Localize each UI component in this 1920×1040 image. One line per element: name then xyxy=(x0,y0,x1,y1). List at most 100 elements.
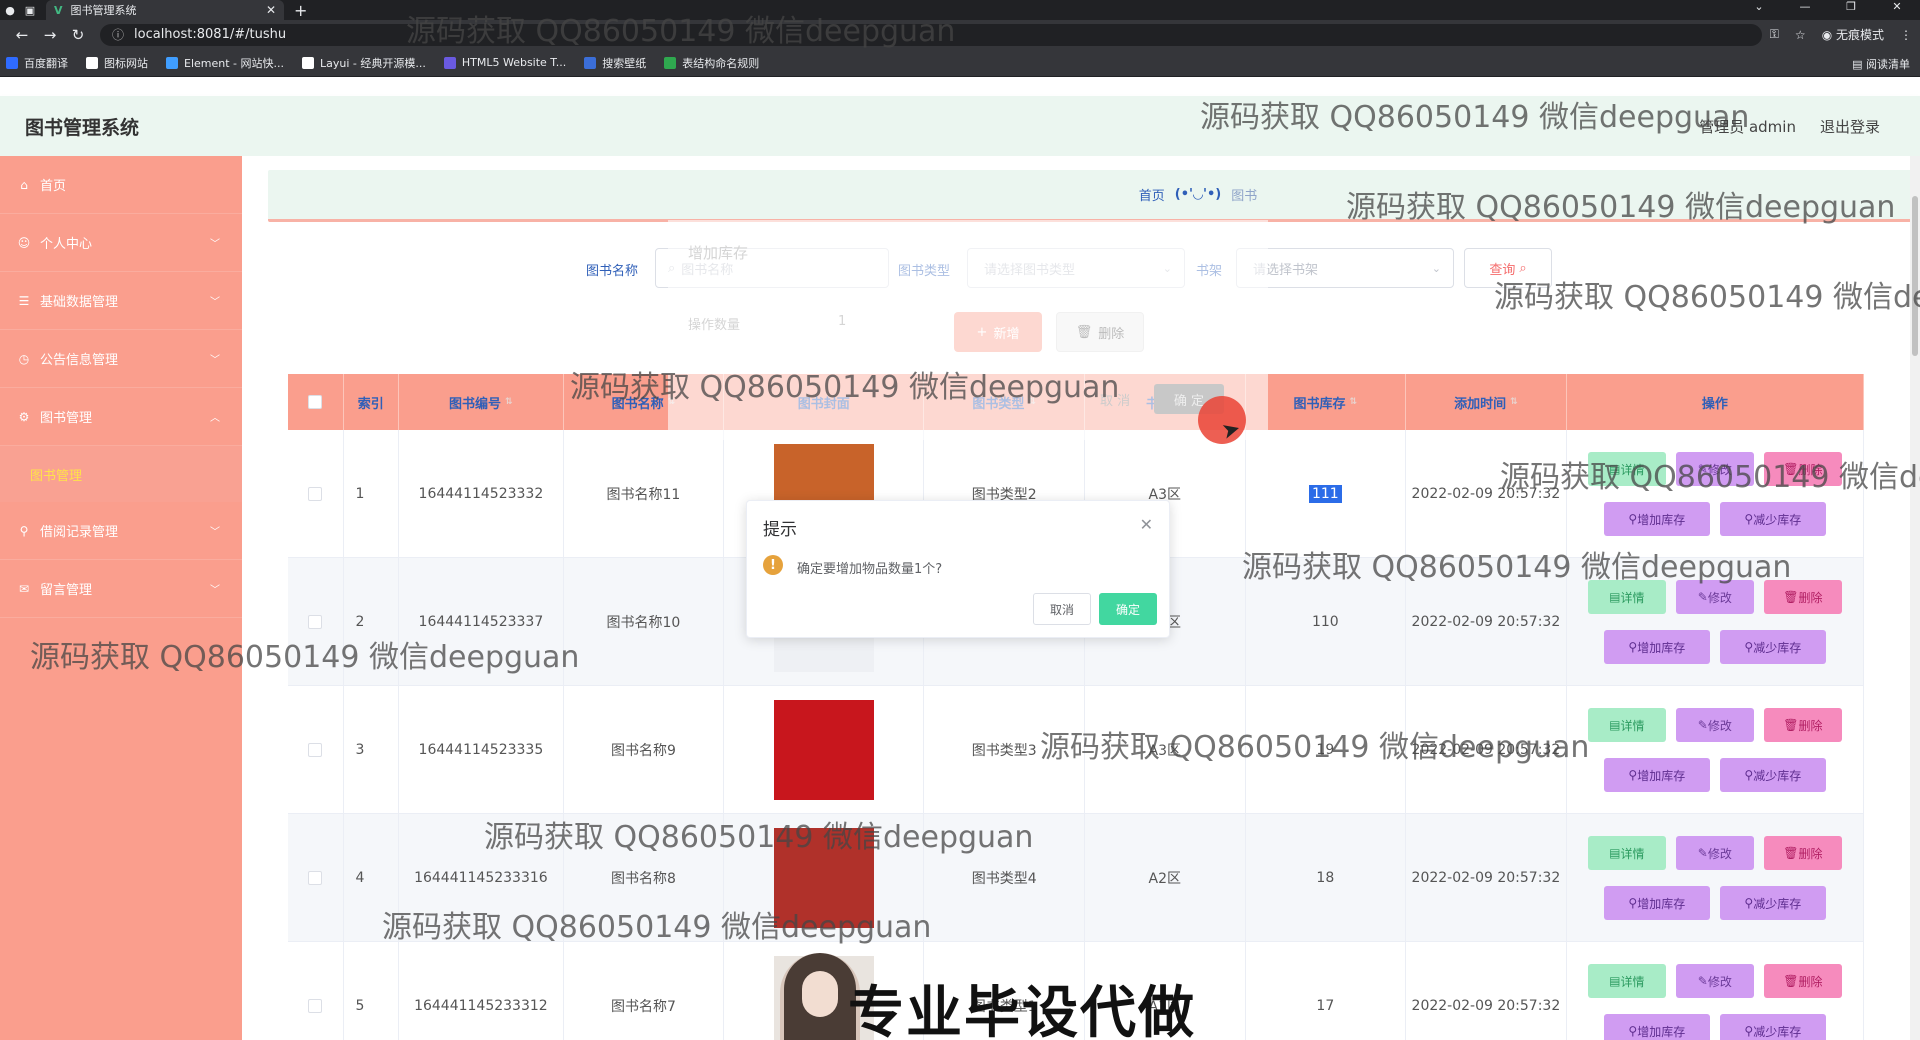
forward-icon[interactable]: → xyxy=(36,26,64,44)
bookmark-item[interactable]: 图标网站 xyxy=(86,55,148,71)
add-button[interactable]: + 新增 xyxy=(954,312,1042,352)
increase-stock-button[interactable]: ⚲ 增加库存 xyxy=(1603,630,1710,664)
increase-stock-button[interactable]: ⚲ 增加库存 xyxy=(1603,1014,1710,1040)
detail-button[interactable]: ▤ 详情 xyxy=(1587,708,1666,742)
tab-search-icon[interactable]: ⌄ xyxy=(1736,0,1782,13)
sort-icon[interactable]: ⇅ xyxy=(1176,397,1184,407)
dialog-close-icon[interactable]: ✕ xyxy=(1140,515,1153,534)
restore-icon[interactable]: ❐ xyxy=(1828,0,1874,13)
column-header[interactable]: 添加时间 ⇅ xyxy=(1406,374,1567,430)
url-input[interactable]: ⓘ localhost:8081/#/tushu xyxy=(100,23,1762,46)
key-icon[interactable]: ⚿ xyxy=(1770,27,1779,42)
sidebar-item[interactable]: ◷ 公告信息管理 ﹀ xyxy=(0,330,242,388)
delete-button[interactable]: 🗑 删除 xyxy=(1763,964,1842,998)
sidebar-subitem-book-manage[interactable]: 图书管理 xyxy=(0,446,242,502)
increase-stock-button[interactable]: ⚲ 增加库存 xyxy=(1603,758,1710,792)
minimize-icon[interactable]: — xyxy=(1782,0,1828,13)
row-index: 2 xyxy=(355,614,365,630)
delete-button[interactable]: 🗑 删除 xyxy=(1763,580,1842,614)
bookmark-item[interactable]: 百度翻译 xyxy=(6,55,68,71)
detail-button[interactable]: ▤ 详情 xyxy=(1587,452,1666,486)
sidebar-item[interactable]: ⚙ 图书管理 ︿ xyxy=(0,388,242,446)
edit-button[interactable]: ✎ 修改 xyxy=(1675,452,1754,486)
browser-menu-icon[interactable]: ● xyxy=(0,0,20,20)
sidebar-item[interactable]: ☰ 基础数据管理 ﹀ xyxy=(0,272,242,330)
detail-button[interactable]: ▤ 详情 xyxy=(1587,964,1666,998)
sort-icon[interactable]: ⇅ xyxy=(668,397,676,407)
column-header[interactable]: 图书名称 ⇅ xyxy=(564,374,725,430)
sort-icon[interactable]: ⇅ xyxy=(1350,397,1358,407)
row-index: 1 xyxy=(355,486,365,502)
edit-button[interactable]: ✎ 修改 xyxy=(1675,708,1754,742)
scrollbar-thumb[interactable] xyxy=(1912,196,1918,356)
decrease-stock-button[interactable]: ⚲ 减少库存 xyxy=(1719,502,1826,536)
profile-button[interactable]: ◉ 无痕模式 xyxy=(1822,26,1884,43)
column-header-label: 图书编号 xyxy=(449,396,502,412)
delete-button[interactable]: 🗑 删除 xyxy=(1763,452,1842,486)
home-icon: ⌂ xyxy=(20,177,28,192)
back-icon[interactable]: ← xyxy=(8,26,36,44)
select-all-checkbox[interactable] xyxy=(308,395,323,409)
bookmark-item[interactable]: 搜索壁纸 xyxy=(584,55,646,71)
sidebar-item[interactable]: ✉ 留言管理 ﹀ xyxy=(0,560,242,618)
sidebar-item[interactable]: ⚲ 借阅记录管理 ﹀ xyxy=(0,502,242,560)
reload-icon[interactable]: ↻ xyxy=(64,26,92,44)
increase-stock-button[interactable]: ⚲ 增加库存 xyxy=(1603,502,1710,536)
star-icon[interactable]: ☆ xyxy=(1795,28,1806,42)
browser-tab[interactable]: V 图书管理系统 ✕ xyxy=(46,0,284,20)
table-cell: 16444114523335 xyxy=(399,686,564,814)
sort-icon[interactable]: ⇅ xyxy=(1028,397,1036,407)
chevron-down-icon: ﹀ xyxy=(210,239,220,250)
row-checkbox[interactable] xyxy=(308,487,323,501)
logout-link[interactable]: 退出登录 xyxy=(1820,116,1880,137)
decrease-stock-button[interactable]: ⚲ 减少库存 xyxy=(1719,886,1826,920)
bookmark-item[interactable]: Element - 网站快... xyxy=(166,55,284,71)
increase-stock-button[interactable]: ⚲ 增加库存 xyxy=(1603,886,1710,920)
row-checkbox[interactable] xyxy=(308,615,323,629)
book-type-select[interactable]: 请选择图书类型 ⌄ xyxy=(967,248,1185,288)
edit-button[interactable]: ✎ 修改 xyxy=(1675,836,1754,870)
sidebar-item[interactable]: ☺ 个人中心 ﹀ xyxy=(0,214,242,272)
bookmark-item[interactable]: Layui - 经典开源模... xyxy=(302,55,426,71)
column-header[interactable]: 图书库存 ⇅ xyxy=(1246,374,1407,430)
reading-list-button[interactable]: ▤ 阅读清单 xyxy=(1852,56,1910,72)
decrease-stock-button[interactable]: ⚲ 减少库存 xyxy=(1719,758,1826,792)
batch-delete-button[interactable]: 🗑 删除 xyxy=(1056,312,1144,352)
column-header-label: 图书类型 xyxy=(972,396,1025,412)
delete-button[interactable]: 🗑 删除 xyxy=(1763,836,1842,870)
column-header[interactable]: 图书编号 ⇅ xyxy=(399,374,564,430)
dialog-confirm-button[interactable]: 确定 xyxy=(1099,593,1157,625)
breadcrumb-home[interactable]: 首页 xyxy=(1139,185,1165,204)
close-window-icon[interactable]: ✕ xyxy=(1874,0,1920,13)
sort-icon[interactable]: ⇅ xyxy=(505,397,513,407)
edit-button[interactable]: ✎ 修改 xyxy=(1675,964,1754,998)
shelf-select[interactable]: 请选择书架 ⌄ xyxy=(1236,248,1454,288)
more-icon[interactable]: ⋮ xyxy=(1900,28,1912,42)
sidebar-item-label: 基础数据管理 xyxy=(40,295,119,310)
book-shelf: A3区 xyxy=(1148,743,1181,759)
detail-button[interactable]: ▤ 详情 xyxy=(1587,580,1666,614)
decrease-stock-button[interactable]: ⚲ 减少库存 xyxy=(1719,630,1826,664)
close-tab-icon[interactable]: ✕ xyxy=(266,3,276,17)
book-name-input[interactable]: ⌕ 图书名称 xyxy=(655,248,889,288)
row-checkbox[interactable] xyxy=(308,999,323,1013)
page-scrollbar[interactable] xyxy=(1910,156,1920,1040)
address-bar: ← → ↻ ⓘ localhost:8081/#/tushu ⚿ ☆ ◉ 无痕模… xyxy=(0,20,1920,49)
query-button[interactable]: 查询 ⌕ xyxy=(1464,248,1552,288)
column-header[interactable]: 图书类型 ⇅ xyxy=(924,374,1085,430)
sort-icon[interactable]: ⇅ xyxy=(1510,397,1518,407)
edit-button[interactable]: ✎ 修改 xyxy=(1675,580,1754,614)
bookmark-item[interactable]: HTML5 Website T... xyxy=(443,56,566,69)
new-tab-icon[interactable]: + xyxy=(294,1,307,20)
row-checkbox[interactable] xyxy=(308,743,323,757)
pinned-tab-icon[interactable]: ▣ xyxy=(20,0,40,20)
row-checkbox[interactable] xyxy=(308,871,323,885)
sidebar-item[interactable]: ⌂ 首页 xyxy=(0,156,242,214)
info-icon[interactable]: ⓘ xyxy=(112,26,124,43)
detail-button[interactable]: ▤ 详情 xyxy=(1587,836,1666,870)
book-stock: 110 xyxy=(1311,614,1339,630)
dialog-cancel-button[interactable]: 取消 xyxy=(1033,593,1091,625)
delete-button[interactable]: 🗑 删除 xyxy=(1763,708,1842,742)
bookmark-item[interactable]: 表结构命名规则 xyxy=(664,55,759,71)
decrease-stock-button[interactable]: ⚲ 减少库存 xyxy=(1719,1014,1826,1040)
